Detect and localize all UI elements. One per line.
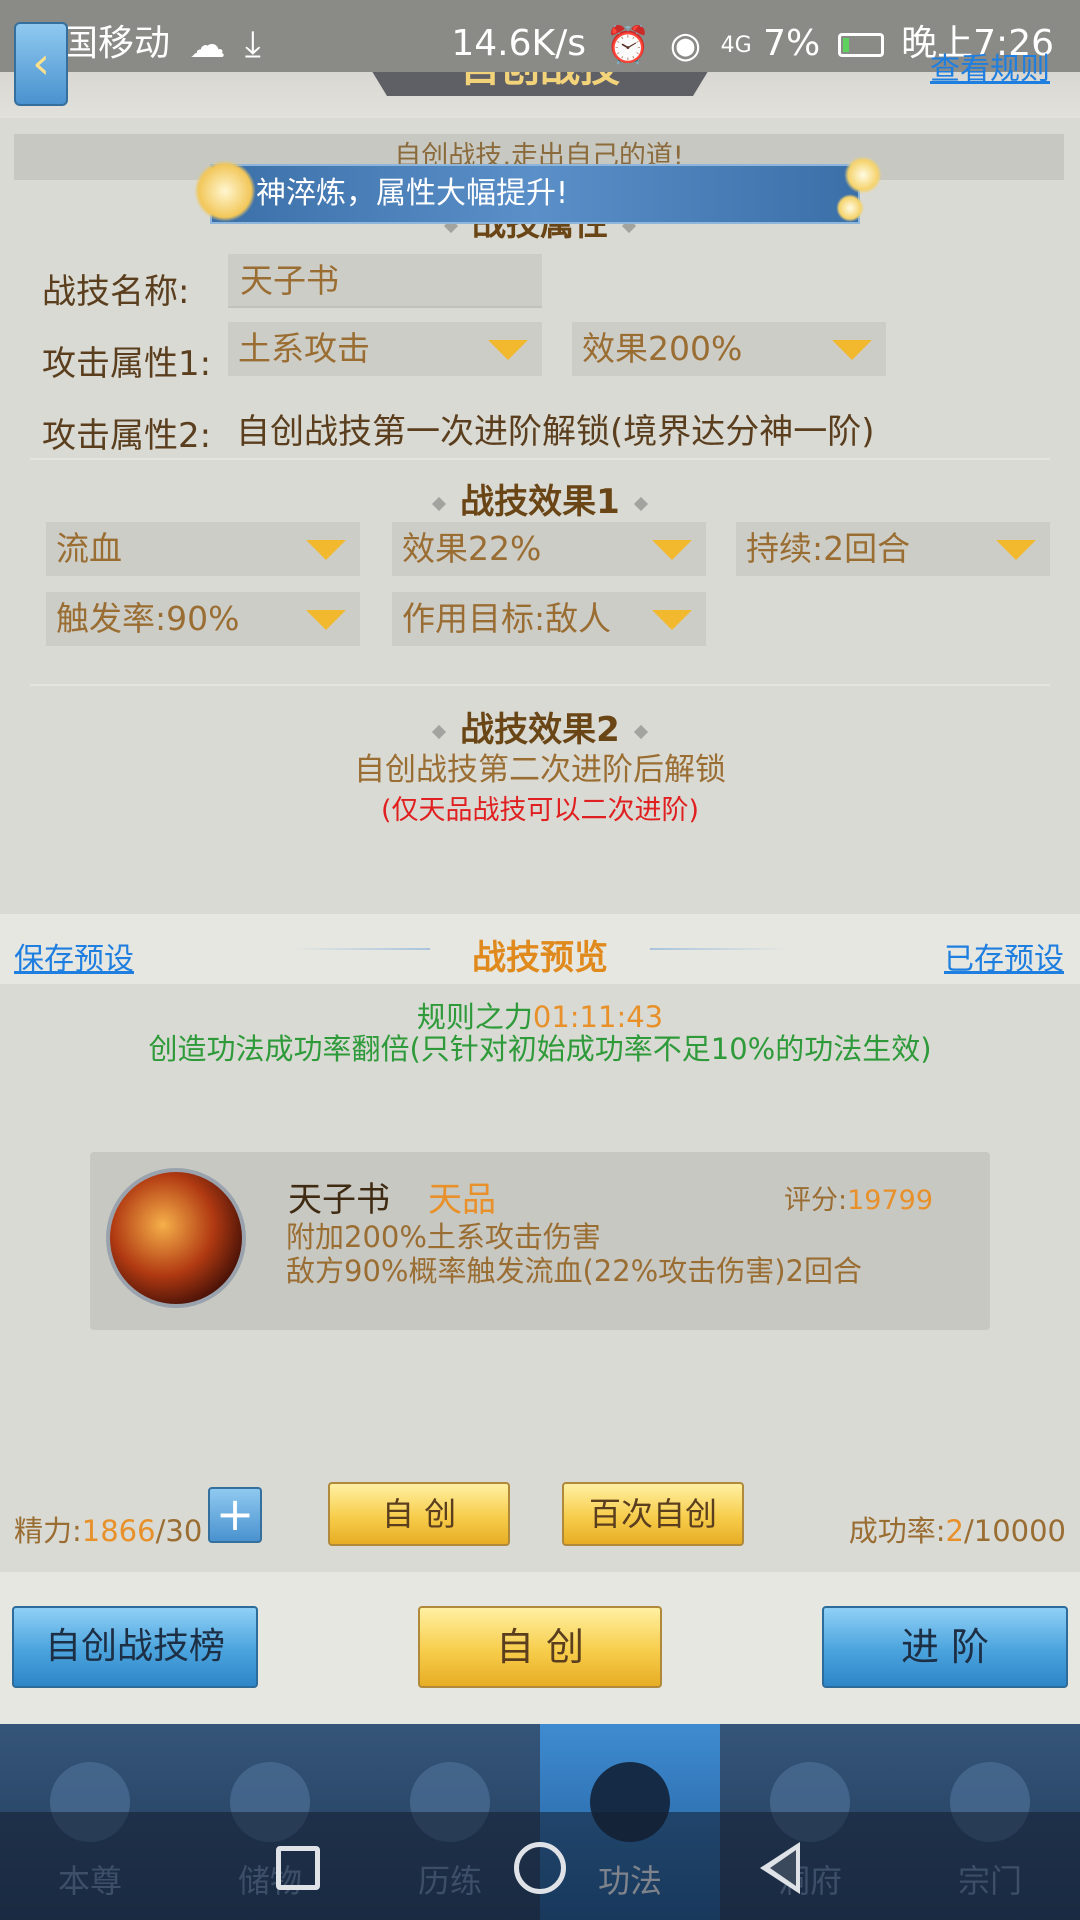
network-speed: 14.6K/s: [451, 23, 587, 64]
banner-text: 神淬炼，属性大幅提升!: [256, 176, 569, 211]
sparkle-icon: [836, 194, 864, 222]
chevron-down-icon: [996, 540, 1036, 560]
chevron-down-icon: [306, 610, 346, 630]
view-rules-link[interactable]: 查看规则: [930, 44, 1050, 88]
saved-presets-link[interactable]: 已存预设: [944, 934, 1064, 978]
battery-icon: [837, 33, 884, 57]
chevron-down-icon: [652, 540, 692, 560]
battery-percent: 7%: [763, 23, 821, 64]
chevron-down-icon: [306, 540, 346, 560]
effect1-title: 战技效果1: [0, 474, 1080, 523]
skill-ranking-button[interactable]: 自创战技榜: [12, 1606, 258, 1688]
alarm-icon: ⏰: [605, 25, 651, 66]
skill-desc-line2: 敌方90%概率触发流血(22%攻击伤害)2回合: [286, 1254, 862, 1288]
back-arrow-icon: ‹: [32, 38, 50, 89]
add-energy-button[interactable]: +: [208, 1487, 262, 1543]
eye-icon: ◉: [669, 24, 702, 66]
chevron-down-icon: [488, 340, 528, 360]
effect1-target-dropdown[interactable]: 作用目标:敌人: [392, 592, 706, 646]
attack1-label: 攻击属性1:: [42, 344, 212, 384]
advance-button[interactable]: 进 阶: [822, 1606, 1068, 1688]
chevron-down-icon: [832, 340, 872, 360]
sparkle-icon: [844, 156, 882, 194]
effect1-trigger-dropdown[interactable]: 触发率:90%: [46, 592, 360, 646]
skill-name-label: 战技名称:: [42, 272, 190, 312]
status-bar: 中国移动 ☁ ⤓ 14.6K/s ⏰ ◉ 4G 7% 晚上7:26: [0, 0, 1080, 72]
cloud-icon: ☁: [189, 24, 226, 66]
attack2-label: 攻击属性2:: [42, 416, 212, 456]
back-button[interactable]: ‹: [14, 22, 68, 106]
success-rate: 成功率:2/10000: [848, 1514, 1066, 1548]
recents-icon[interactable]: [276, 1846, 320, 1890]
back-nav-icon-inner: [770, 1850, 796, 1886]
divider: [30, 458, 1050, 460]
effect2-note: (仅天品战技可以二次进阶): [380, 795, 700, 826]
signal-icon: 4G: [720, 32, 752, 58]
create-100-button[interactable]: 百次自创: [562, 1482, 744, 1546]
rule-power-desc: 创造功法成功率翻倍(只针对初始成功率不足10%的功法生效): [148, 1032, 932, 1066]
effect1-type-dropdown[interactable]: 流血: [46, 522, 360, 576]
effect1-effect-dropdown[interactable]: 效果22%: [392, 522, 706, 576]
skill-name-input[interactable]: 天子书: [228, 254, 542, 308]
attack2-value: 自创战技第一次进阶解锁(境界达分神一阶): [236, 412, 875, 452]
create-main-button[interactable]: 自 创: [418, 1606, 662, 1688]
pill-icon: [194, 160, 256, 222]
skill-dragon-icon: [106, 1168, 246, 1308]
divider: [30, 684, 1050, 686]
home-icon[interactable]: [514, 1842, 566, 1894]
plus-icon: +: [215, 1487, 255, 1541]
effect2-unlock-text: 自创战技第二次进阶后解锁: [354, 752, 726, 788]
download-icon: ⤓: [244, 24, 261, 65]
preview-title: 战技预览: [472, 938, 608, 978]
energy-display: 精力:1866/30: [14, 1514, 203, 1548]
attack1-type-dropdown[interactable]: 土系攻击: [228, 322, 542, 376]
divider: [650, 948, 790, 950]
skill-score: 评分:19799: [784, 1185, 934, 1216]
attack1-effect-dropdown[interactable]: 效果200%: [572, 322, 886, 376]
chevron-down-icon: [652, 610, 692, 630]
notice-banner: 神淬炼，属性大幅提升!: [194, 156, 882, 224]
effect1-duration-dropdown[interactable]: 持续:2回合: [736, 522, 1050, 576]
create-button[interactable]: 自 创: [328, 1482, 510, 1546]
